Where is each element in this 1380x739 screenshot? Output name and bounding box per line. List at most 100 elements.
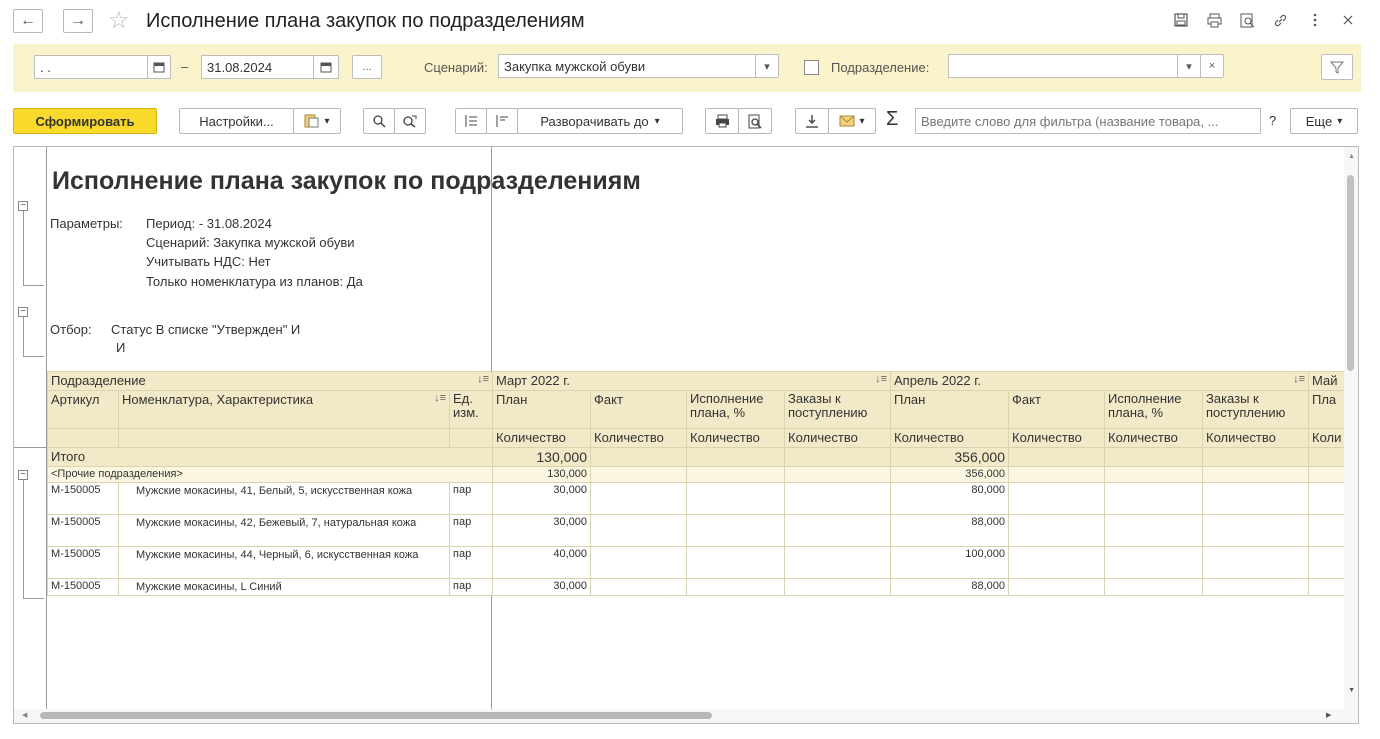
scroll-right-icon[interactable]: ▶ bbox=[1326, 711, 1331, 719]
back-button[interactable]: ← bbox=[13, 9, 43, 33]
scenario-dropdown[interactable]: ▾ bbox=[755, 54, 779, 78]
department-dropdown[interactable]: ▾ bbox=[1177, 54, 1201, 78]
print-button[interactable] bbox=[705, 108, 739, 134]
row-nomenclature: Мужские мокасины, L Синий bbox=[118, 578, 450, 596]
date-to-field[interactable]: 31.08.2024 bbox=[201, 55, 314, 79]
department-clear-button[interactable]: × bbox=[1200, 54, 1224, 78]
col-mar-orders[interactable]: Заказы к поступлению bbox=[784, 390, 891, 429]
expand-groups-button[interactable] bbox=[486, 108, 518, 134]
scroll-up-icon[interactable]: ▲ bbox=[1348, 153, 1355, 160]
col-apr-fact[interactable]: Факт bbox=[1008, 390, 1105, 429]
more-button[interactable]: Еще ▾ bbox=[1290, 108, 1358, 134]
variants-button[interactable]: ▾ bbox=[293, 108, 341, 134]
col-apr-plan[interactable]: План bbox=[890, 390, 1009, 429]
help-button[interactable]: ? bbox=[1269, 113, 1276, 128]
date-from-field[interactable]: . . bbox=[34, 55, 148, 79]
print-preview-button[interactable] bbox=[738, 108, 772, 134]
total-row[interactable]: Итого 130,000 356,000 bbox=[47, 447, 1349, 467]
row-article: М-150005 bbox=[47, 514, 119, 547]
col-apr-execution[interactable]: Исполнение плана, % bbox=[1104, 390, 1203, 429]
col-month-march[interactable]: Март 2022 г. ↓≡ bbox=[492, 371, 891, 391]
link-icon[interactable] bbox=[1270, 10, 1290, 30]
close-icon[interactable] bbox=[1338, 10, 1358, 30]
collapse-group-toggle[interactable]: − bbox=[18, 470, 28, 480]
group-row[interactable]: <Прочие подразделения> 130,000 356,000 bbox=[47, 466, 1349, 483]
clear-icon: × bbox=[1208, 60, 1216, 72]
col-department[interactable]: Подразделение ↓≡ bbox=[47, 371, 493, 391]
row-mar-plan: 40,000 bbox=[492, 546, 591, 579]
search-next-button[interactable] bbox=[394, 108, 426, 134]
period-select-button[interactable]: ... bbox=[352, 55, 382, 79]
row-article: М-150005 bbox=[47, 546, 119, 579]
col-month-may[interactable]: Май bbox=[1308, 371, 1349, 391]
col-nomenclature[interactable]: Номенклатура, Характеристика ↓≡ bbox=[118, 390, 450, 429]
department-field[interactable] bbox=[948, 54, 1178, 78]
col-month-april[interactable]: Апрель 2022 г. ↓≡ bbox=[890, 371, 1309, 391]
calendar-button-to[interactable] bbox=[313, 55, 339, 79]
send-email-button[interactable]: ▾ bbox=[828, 108, 876, 134]
filter-search-input[interactable] bbox=[915, 108, 1261, 134]
horizontal-scrollbar[interactable]: ◀ ▶ bbox=[14, 709, 1358, 723]
scroll-left-icon[interactable]: ◀ bbox=[22, 711, 27, 719]
collapse-groups-button[interactable] bbox=[455, 108, 487, 134]
scenario-field[interactable]: Закупка мужской обуви bbox=[498, 54, 756, 78]
table-row[interactable]: М-150005 Мужские мокасины, 44, Черный, 6… bbox=[47, 546, 1349, 579]
outline-line bbox=[23, 598, 44, 599]
table-row[interactable]: М-150005 Мужские мокасины, 41, Белый, 5,… bbox=[47, 482, 1349, 515]
sort-icon: ↓≡ bbox=[875, 373, 887, 385]
qty-header: Количество bbox=[890, 428, 1009, 448]
preview-icon[interactable] bbox=[1237, 10, 1257, 30]
forward-button[interactable]: → bbox=[63, 9, 93, 33]
more-icon[interactable] bbox=[1305, 10, 1325, 30]
star-icon[interactable]: ☆ bbox=[108, 6, 130, 35]
param-only-plan: Только номенклатура из планов: Да bbox=[146, 274, 363, 289]
total-mar-plan: 130,000 bbox=[492, 447, 591, 467]
total-label: Итого bbox=[47, 447, 493, 467]
envelope-icon bbox=[839, 115, 855, 127]
save-file-button[interactable] bbox=[795, 108, 829, 134]
calendar-button-from[interactable] bbox=[147, 55, 171, 79]
col-mar-execution[interactable]: Исполнение плана, % bbox=[686, 390, 785, 429]
vertical-scrollbar[interactable]: ▲ ▼ bbox=[1344, 147, 1358, 711]
col-apr-orders[interactable]: Заказы к поступлению bbox=[1202, 390, 1309, 429]
collapse-params-toggle[interactable]: − bbox=[18, 201, 28, 211]
sigma-icon[interactable]: Σ bbox=[886, 108, 898, 131]
qty-header: Количество bbox=[784, 428, 891, 448]
print-icon[interactable] bbox=[1204, 10, 1224, 30]
search-button[interactable] bbox=[363, 108, 395, 134]
group-mar-plan: 130,000 bbox=[492, 466, 591, 483]
col-may-plan[interactable]: Пла bbox=[1308, 390, 1349, 429]
table-row[interactable]: М-150005 Мужские мокасины, L Синий пар 3… bbox=[47, 578, 1349, 596]
expand-to-button[interactable]: Разворачивать до ▾ bbox=[517, 108, 683, 134]
filter-button[interactable] bbox=[1321, 54, 1353, 80]
col-mar-fact[interactable]: Факт bbox=[590, 390, 687, 429]
qty-header: Количество bbox=[590, 428, 687, 448]
scroll-down-icon[interactable]: ▼ bbox=[1348, 687, 1355, 694]
outline-line bbox=[23, 285, 44, 286]
row-nomenclature: Мужские мокасины, 42, Бежевый, 7, натура… bbox=[118, 514, 450, 547]
generate-button[interactable]: Сформировать bbox=[13, 108, 157, 134]
chevron-down-icon: ▾ bbox=[324, 115, 330, 127]
param-period: Период: - 31.08.2024 bbox=[146, 216, 272, 231]
filter-line-2: И bbox=[116, 340, 126, 355]
chevron-down-icon: ▾ bbox=[764, 60, 770, 73]
horizontal-scroll-thumb[interactable] bbox=[40, 712, 712, 719]
header-row-3: Количество Количество Количество Количес… bbox=[47, 428, 1349, 448]
vertical-scroll-thumb[interactable] bbox=[1347, 175, 1354, 371]
row-apr-plan: 88,000 bbox=[890, 514, 1009, 547]
row-unit: пар bbox=[449, 578, 493, 596]
row-article: М-150005 bbox=[47, 578, 119, 596]
row-apr-plan: 80,000 bbox=[890, 482, 1009, 515]
col-article[interactable]: Артикул bbox=[47, 390, 119, 429]
col-mar-plan[interactable]: План bbox=[492, 390, 591, 429]
total-apr-plan: 356,000 bbox=[890, 447, 1009, 467]
table-row[interactable]: М-150005 Мужские мокасины, 42, Бежевый, … bbox=[47, 514, 1349, 547]
save-icon[interactable] bbox=[1171, 10, 1191, 30]
col-unit[interactable]: Ед. изм. bbox=[449, 390, 493, 429]
funnel-icon bbox=[1330, 61, 1344, 74]
department-checkbox[interactable] bbox=[804, 60, 819, 75]
collapse-filter-toggle[interactable]: − bbox=[18, 307, 28, 317]
date-dash: – bbox=[181, 59, 189, 74]
param-scenario: Сценарий: Закупка мужской обуви bbox=[146, 235, 355, 250]
settings-button[interactable]: Настройки... bbox=[179, 108, 294, 134]
